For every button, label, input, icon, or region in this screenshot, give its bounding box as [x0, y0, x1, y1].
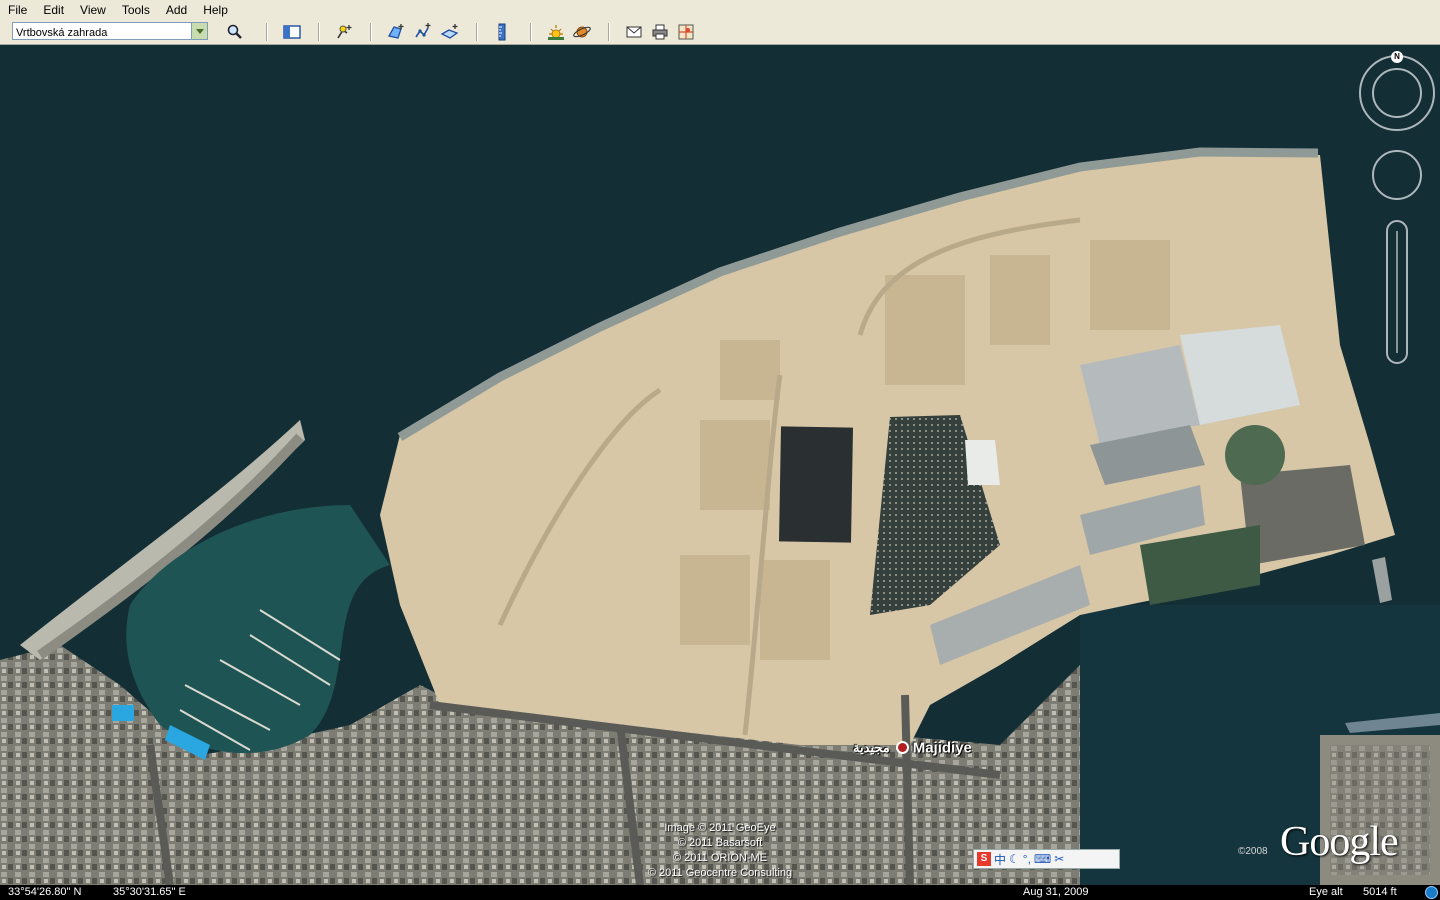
sunlight-button[interactable]	[546, 22, 566, 42]
satellite-imagery	[0, 45, 1440, 885]
toolbar-separator	[370, 23, 372, 41]
status-bar: 33°54'26.80" N 35°30'31.65" E Aug 31, 20…	[0, 885, 1440, 900]
toolbar-separator	[476, 23, 478, 41]
place-label-arabic: مجيدية	[853, 739, 890, 755]
path-icon	[415, 23, 431, 38]
toolbar-separator	[608, 23, 610, 41]
menu-file[interactable]: File	[0, 0, 35, 20]
toolbar-separator	[266, 23, 268, 41]
add-image-overlay-button[interactable]	[440, 22, 460, 42]
menu-edit[interactable]: Edit	[35, 0, 72, 20]
add-polygon-button[interactable]	[386, 22, 406, 42]
menu-bar: File Edit View Tools Add Help	[0, 0, 1440, 21]
sun-icon	[548, 25, 564, 40]
search-input[interactable]	[13, 25, 195, 41]
look-joystick[interactable]	[1373, 151, 1421, 199]
eye-alt-label: Eye alt	[1309, 886, 1343, 898]
credit-line: © 2011 ORION-ME	[672, 852, 768, 864]
compass-north-label: N	[1391, 51, 1403, 63]
credit-line: © 2011 Geocentre Consulting	[647, 867, 793, 879]
streaming-globe-icon	[1425, 886, 1438, 899]
ime-toolbar[interactable]: S 中 ☾ °, ⌨ ✂	[973, 849, 1120, 869]
email-icon	[626, 26, 642, 38]
polygon-icon	[388, 24, 404, 39]
compass-ring[interactable]	[1360, 56, 1434, 130]
place-label[interactable]: مجيدية Majidiye	[853, 739, 972, 759]
search-box	[12, 22, 208, 41]
credit-line: © 2011 Basarsoft	[677, 837, 763, 849]
logo-year: ©2008	[1238, 846, 1268, 857]
menu-tools[interactable]: Tools	[114, 0, 158, 20]
print-icon	[652, 24, 668, 40]
view-in-maps-button[interactable]	[676, 22, 696, 42]
zoom-slider[interactable]	[1387, 221, 1407, 363]
imagery-date: Aug 31, 2009	[1023, 886, 1089, 898]
ime-keyboard-icon[interactable]: ⌨	[1034, 852, 1051, 866]
switch-planet-button[interactable]	[572, 22, 592, 42]
ruler-icon	[498, 23, 506, 41]
search-icon	[227, 24, 242, 39]
planet-icon	[573, 26, 591, 38]
map-view[interactable]	[0, 45, 1440, 885]
toolbar-separator	[530, 23, 532, 41]
toolbar	[0, 20, 1440, 45]
menu-view[interactable]: View	[72, 0, 114, 20]
place-marker-icon	[895, 741, 909, 755]
search-dropdown-button[interactable]	[191, 23, 207, 39]
credit-line: Image © 2011 GeoEye	[664, 822, 776, 834]
ime-chinese-toggle[interactable]: 中	[994, 851, 1006, 868]
ime-logo-icon[interactable]: S	[977, 852, 991, 866]
email-button[interactable]	[624, 22, 644, 42]
toolbar-separator	[318, 23, 320, 41]
add-placemark-button[interactable]	[334, 22, 354, 42]
ime-punctuation-icon[interactable]: °,	[1023, 852, 1031, 866]
image-overlay-icon	[440, 24, 459, 39]
add-path-button[interactable]	[413, 22, 433, 42]
ime-settings-icon[interactable]: ✂	[1054, 852, 1064, 866]
ime-moon-icon[interactable]: ☾	[1009, 852, 1020, 866]
menu-help[interactable]: Help	[195, 0, 236, 20]
place-label-english: Majidiye	[912, 739, 972, 757]
print-button[interactable]	[650, 22, 670, 42]
search-button[interactable]	[225, 22, 245, 42]
placemark-icon	[337, 25, 352, 39]
view-in-maps-icon	[678, 24, 694, 40]
menu-add[interactable]: Add	[158, 0, 195, 20]
google-logo: Google	[1280, 819, 1399, 865]
navigation-controls: N	[1340, 45, 1440, 375]
ruler-button[interactable]	[492, 22, 512, 42]
eye-alt-value: 5014 ft	[1363, 886, 1397, 898]
latitude-readout: 33°54'26.80" N	[8, 886, 82, 898]
imagery-credits: Image © 2011 GeoEye © 2011 Basarsoft © 2…	[630, 821, 810, 881]
sidebar-toggle-icon	[283, 25, 301, 39]
sidebar-toggle-button[interactable]	[282, 22, 302, 42]
longitude-readout: 35°30'31.65" E	[113, 886, 186, 898]
